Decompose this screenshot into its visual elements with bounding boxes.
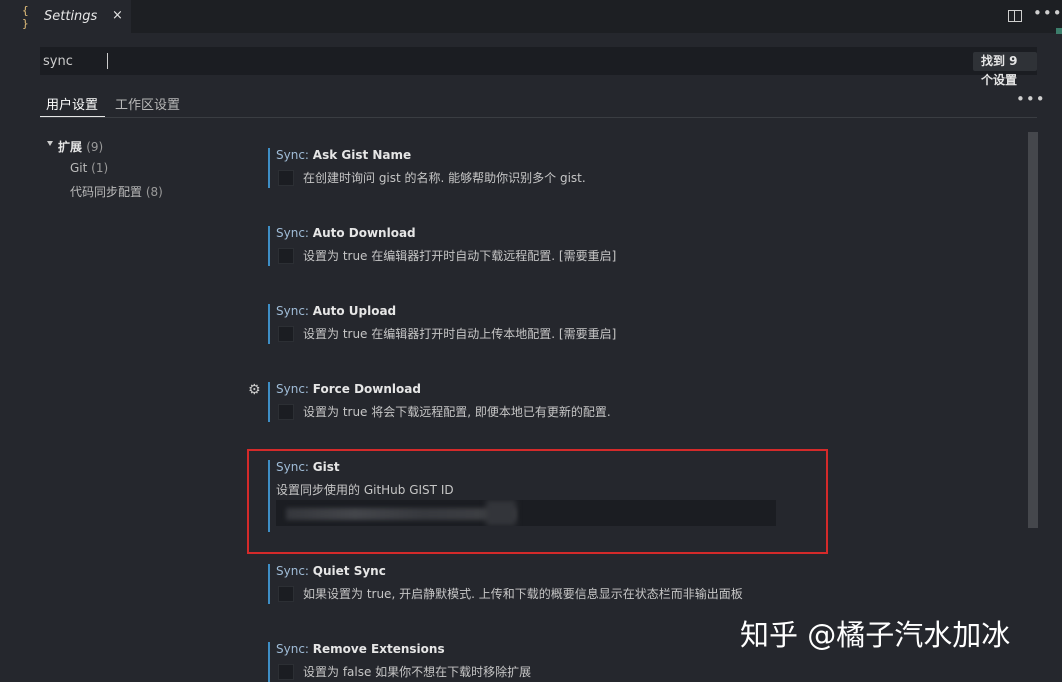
scrollbar-thumb[interactable] [1028, 132, 1038, 528]
more-actions-icon[interactable]: ••• [1033, 4, 1062, 22]
setting-title: Sync: Auto Download [276, 226, 416, 240]
text-cursor [107, 53, 108, 69]
expand-arrow-icon[interactable] [47, 141, 53, 146]
tab-workspace-settings[interactable]: 工作区设置 [115, 94, 180, 113]
toc-count: (1) [91, 161, 109, 175]
close-icon[interactable]: × [112, 8, 123, 23]
tab-divider [40, 117, 1037, 118]
setting-accent-bar [268, 564, 270, 604]
setting-description: 设置为 false 如果你不想在下载时移除扩展 [303, 665, 532, 679]
setting-accent-bar [268, 382, 270, 422]
setting-accent-bar [268, 226, 270, 266]
tab-user-settings[interactable]: 用户设置 [46, 94, 98, 113]
setting-auto-upload: Sync: Auto Upload 设置为 true 在编辑器打开时自动上传本地… [268, 304, 828, 344]
setting-checkbox[interactable] [278, 248, 294, 264]
setting-checkbox[interactable] [278, 586, 294, 602]
setting-name: Auto Upload [312, 304, 397, 318]
setting-title: Sync: Auto Upload [276, 304, 396, 318]
highlight-annotation-box [247, 449, 828, 554]
setting-category: Sync: [276, 304, 313, 318]
setting-category: Sync: [276, 382, 313, 396]
minimap-indicator [1056, 28, 1062, 34]
setting-force-download: Sync: Force Download 设置为 true 将会下载远程配置, … [268, 382, 828, 422]
setting-category: Sync: [276, 564, 313, 578]
watermark-text: 知乎 @橘子汽水加冰 [740, 618, 1011, 652]
setting-name: Auto Download [312, 226, 416, 240]
toc-count: (8) [145, 185, 163, 199]
setting-title: Sync: Remove Extensions [276, 642, 445, 656]
more-options-icon[interactable]: ••• [1016, 90, 1046, 108]
setting-ask-gist-name: Sync: Ask Gist Name 在创建时询问 gist 的名称. 能够帮… [268, 148, 828, 188]
setting-auto-download: Sync: Auto Download 设置为 true 在编辑器打开时自动下载… [268, 226, 828, 266]
search-input[interactable] [40, 47, 903, 75]
settings-search-box: 找到 9 个设置 [40, 47, 1037, 87]
toc-label: Git [70, 161, 88, 175]
setting-description: 设置为 true 将会下载远程配置, 即便本地已有更新的配置. [303, 405, 611, 419]
search-result-count: 找到 9 个设置 [973, 52, 1037, 87]
toc-item-extensions[interactable]: 扩展 (9) [58, 138, 103, 155]
setting-accent-bar [268, 148, 270, 188]
toc-item-git[interactable]: Git (1) [70, 161, 108, 175]
setting-category: Sync: [276, 148, 313, 162]
toc-label: 代码同步配置 [70, 185, 143, 199]
toc-item-sync-config[interactable]: 代码同步配置 (8) [70, 183, 163, 200]
setting-name: Force Download [312, 382, 421, 396]
setting-description: 在创建时询问 gist 的名称. 能够帮助你识别多个 gist. [303, 171, 586, 185]
setting-checkbox[interactable] [278, 326, 294, 342]
tab-bar: { } Settings × ••• [0, 0, 1062, 34]
json-braces-icon: { } [22, 3, 29, 30]
setting-description: 设置为 true 在编辑器打开时自动下载远程配置. [需要重启] [303, 249, 617, 263]
setting-name: Ask Gist Name [312, 148, 412, 162]
setting-name: Remove Extensions [312, 642, 445, 656]
split-editor-icon[interactable] [1008, 10, 1022, 22]
setting-name: Quiet Sync [312, 564, 386, 578]
setting-category: Sync: [276, 642, 313, 656]
setting-accent-bar [268, 304, 270, 344]
setting-category: Sync: [276, 226, 313, 240]
setting-checkbox[interactable] [278, 404, 294, 420]
setting-description: 如果设置为 true, 开启静默模式. 上传和下载的概要信息显示在状态栏而非输出… [303, 587, 743, 601]
setting-title: Sync: Force Download [276, 382, 421, 396]
toc-label: 扩展 [58, 140, 83, 154]
setting-checkbox[interactable] [278, 170, 294, 186]
setting-accent-bar [268, 642, 270, 682]
toc-count: (9) [86, 140, 104, 154]
tab-title: Settings [44, 9, 98, 24]
settings-tab[interactable]: { } Settings × [0, 0, 131, 33]
setting-description: 设置为 true 在编辑器打开时自动上传本地配置. [需要重启] [303, 327, 617, 341]
setting-quiet-sync: Sync: Quiet Sync 如果设置为 true, 开启静默模式. 上传和… [268, 564, 828, 604]
setting-title: Sync: Quiet Sync [276, 564, 386, 578]
setting-title: Sync: Ask Gist Name [276, 148, 411, 162]
gear-icon[interactable]: ⚙ [248, 382, 261, 398]
